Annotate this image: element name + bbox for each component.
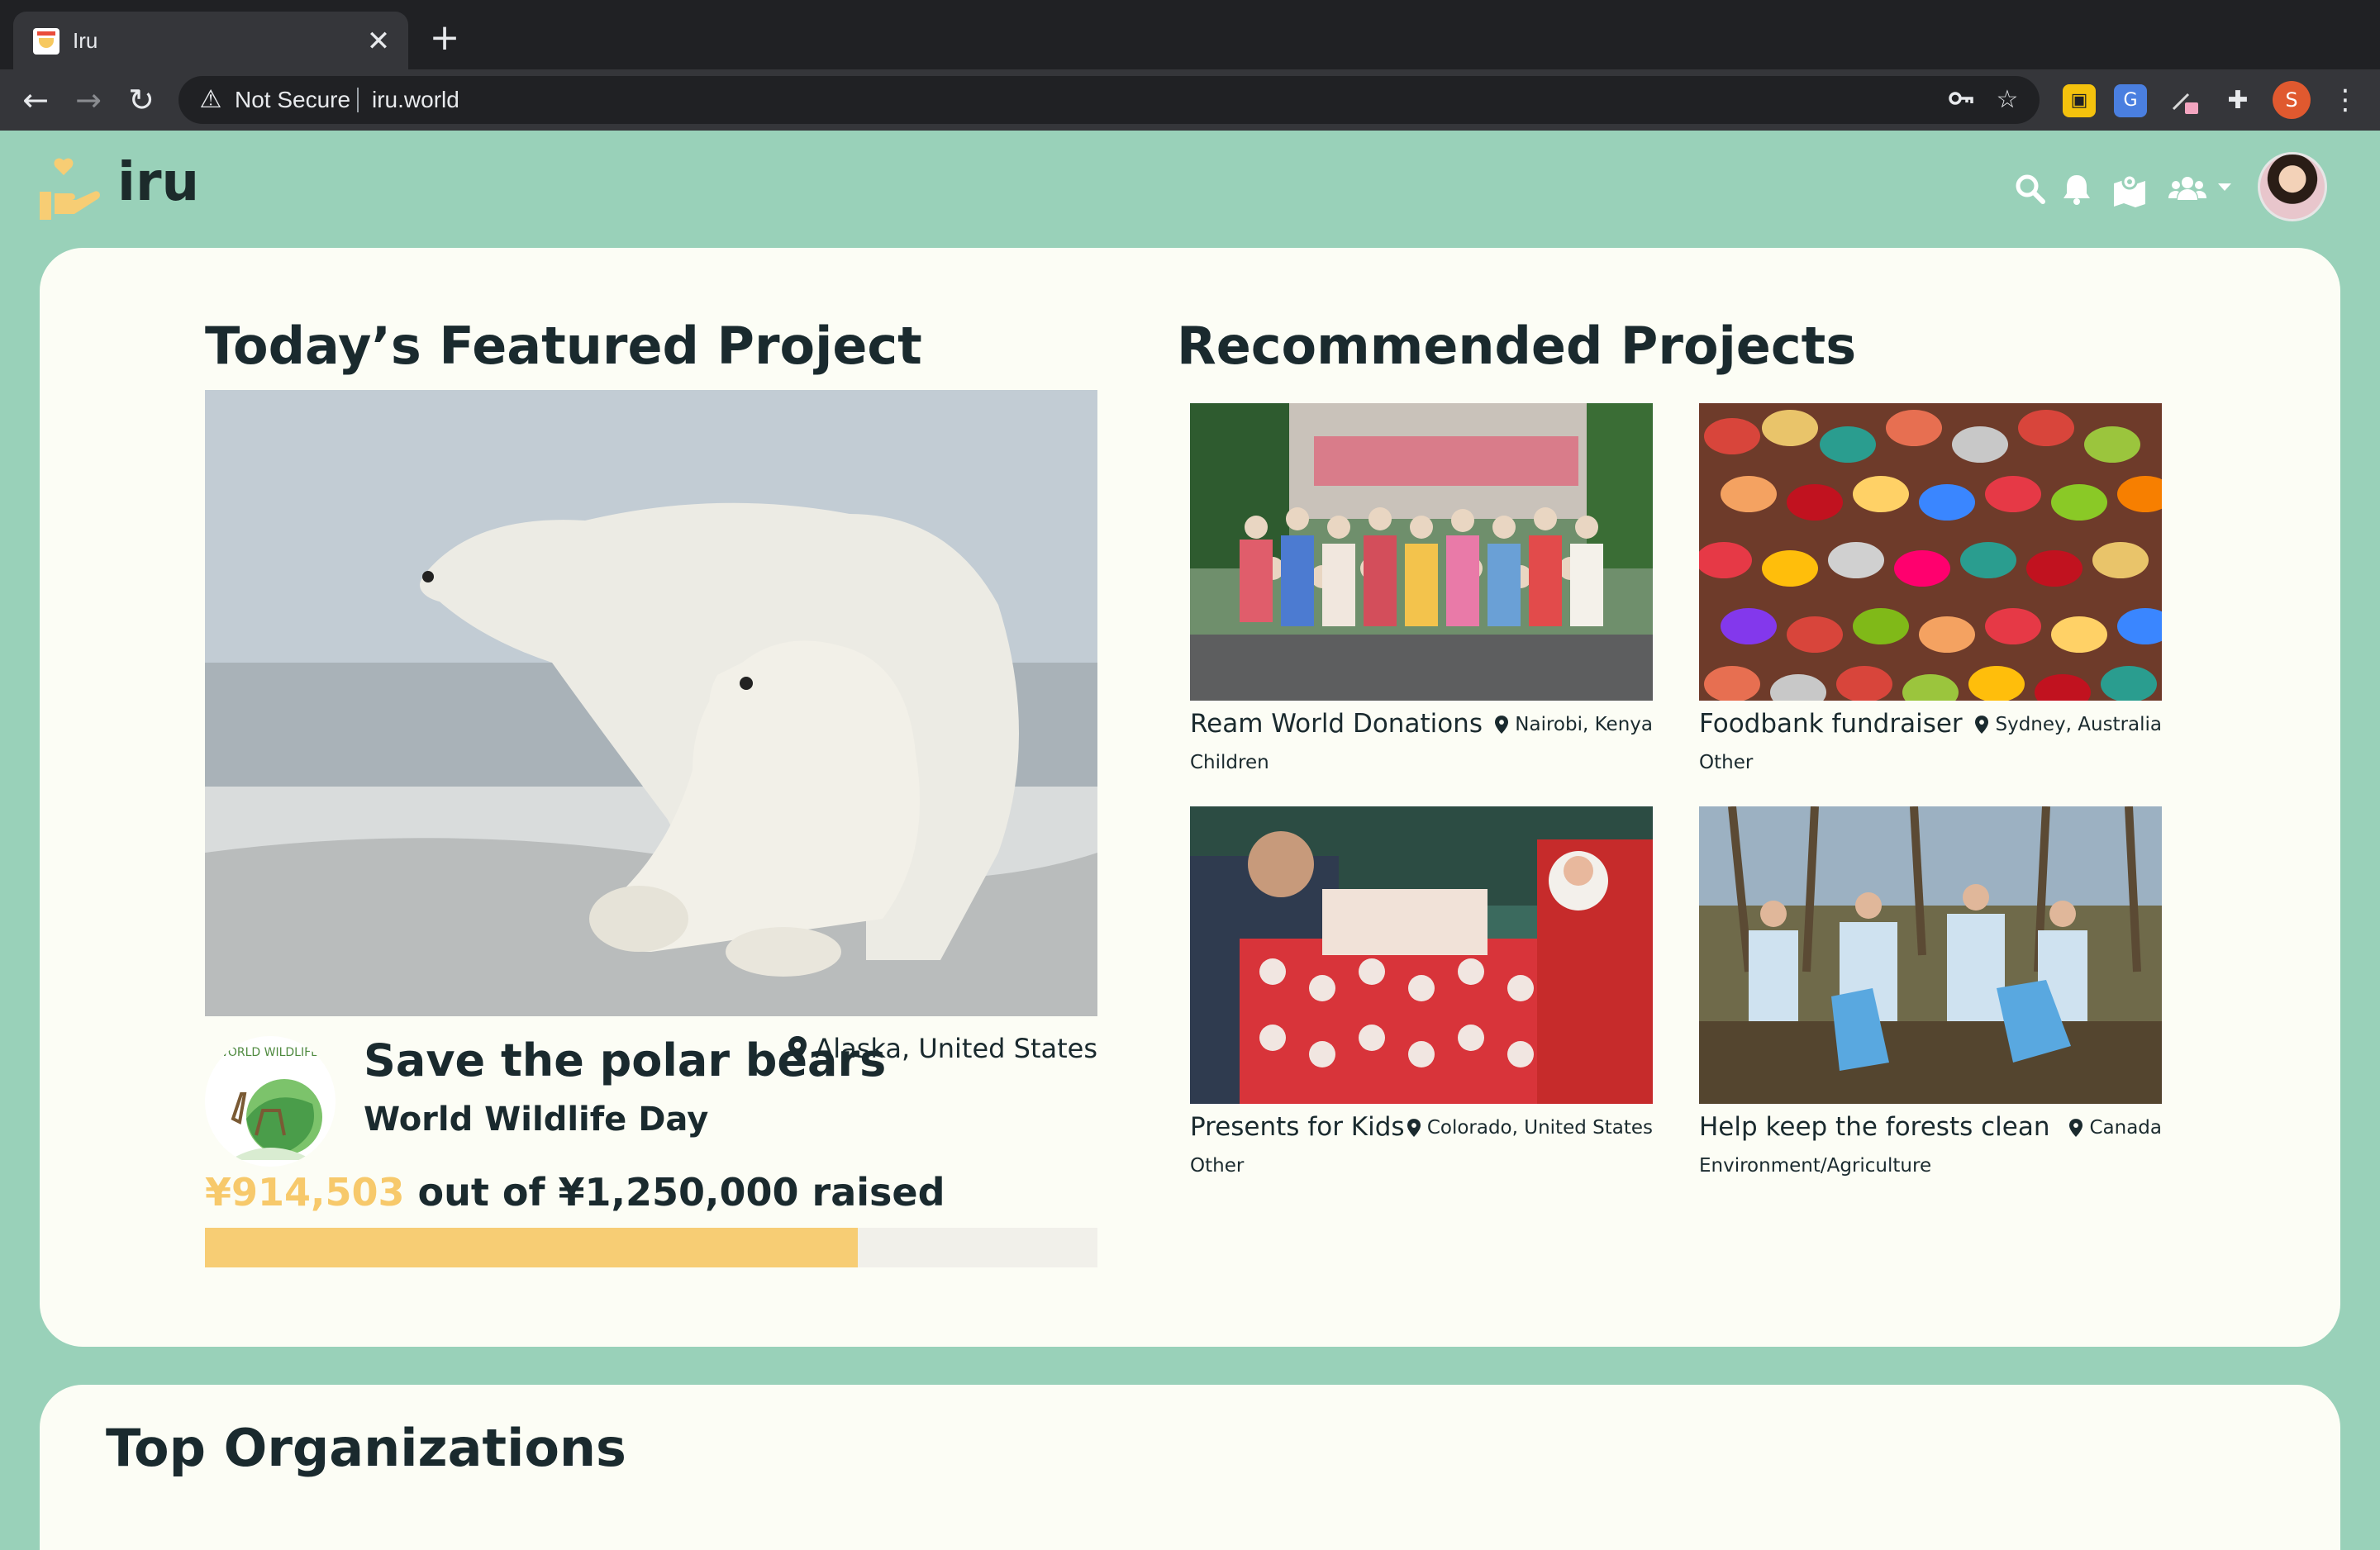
key-icon[interactable]: [1945, 84, 1977, 116]
featured-section-card: Today’s Featured Project WORLD WILDLIFE …: [40, 248, 2340, 1347]
recommended-location-text: Nairobi, Kenya: [1515, 714, 1653, 735]
site-header: iru: [0, 131, 2380, 246]
puzzle-extensions-icon[interactable]: ✚: [2221, 84, 2254, 117]
recommended-project-image[interactable]: [1190, 403, 1653, 701]
top-organizations-heading: Top Organizations: [106, 1418, 626, 1478]
featured-location-text: Alaska, United States: [815, 1033, 1097, 1064]
chevron-down-icon[interactable]: [2215, 177, 2235, 197]
fundraising-progress-bar: [205, 1228, 1097, 1267]
user-avatar[interactable]: [2258, 152, 2327, 221]
featured-project-image[interactable]: [205, 390, 1097, 1016]
site-favicon-icon: [33, 28, 60, 55]
recommended-project-title[interactable]: Ream World Donations: [1190, 709, 1483, 739]
fundraising-summary: ¥914,503 out of ¥1,250,000 raised: [205, 1170, 945, 1215]
map-pin-icon: [1407, 1119, 1421, 1137]
featured-organization-name[interactable]: World Wildlife Day: [364, 1101, 708, 1139]
users-icon[interactable]: [2167, 170, 2208, 208]
bell-icon[interactable]: [2058, 170, 2096, 208]
recommended-project-category: Other: [1190, 1155, 1245, 1177]
tab-title: Iru: [73, 28, 98, 53]
map-pin-icon: [2069, 1119, 2083, 1137]
recommended-project-category: Children: [1190, 752, 1269, 773]
browser-menu-icon[interactable]: ⋮: [2329, 81, 2362, 119]
raised-amount: ¥914,503: [205, 1170, 405, 1215]
recommended-location-text: Colorado, United States: [1426, 1117, 1653, 1139]
recommended-project-image[interactable]: [1699, 806, 2162, 1104]
address-separator: [357, 88, 359, 112]
recommended-project-location: Sydney, Australia: [1975, 714, 2162, 735]
organization-logo[interactable]: WORLD WILDLIFE DAY: [205, 1036, 336, 1167]
extension-shield-icon[interactable]: ▣: [2063, 84, 2096, 117]
recommended-project-image[interactable]: [1190, 806, 1653, 1104]
recommended-project-card[interactable]: Help keep the forests clean Canada Envir…: [1699, 806, 2162, 1195]
featured-heading: Today’s Featured Project: [205, 316, 922, 376]
featured-location: Alaska, United States: [788, 1033, 1097, 1064]
address-bar[interactable]: ⚠ Not Secure iru.world ☆: [178, 76, 2040, 124]
recommended-project-location: Nairobi, Kenya: [1495, 714, 1653, 735]
browser-tab[interactable]: Iru ✕: [13, 12, 408, 69]
browser-tab-strip: Iru ✕ +: [0, 0, 2380, 69]
recommended-project-category: Other: [1699, 752, 1754, 773]
recommended-project-card[interactable]: Presents for Kids Colorado, United State…: [1190, 806, 1653, 1195]
recommended-project-title[interactable]: Presents for Kids: [1190, 1112, 1405, 1142]
browser-profile-avatar[interactable]: S: [2273, 81, 2311, 119]
new-tab-button[interactable]: +: [426, 20, 463, 58]
translate-icon[interactable]: G: [2114, 84, 2147, 117]
bookmark-star-icon[interactable]: ☆: [1992, 84, 2023, 116]
reload-icon[interactable]: ↻: [121, 79, 162, 121]
hand-heart-logo-icon[interactable]: [40, 155, 104, 221]
recommended-location-text: Sydney, Australia: [1995, 714, 2162, 735]
back-arrow-icon[interactable]: ←: [15, 79, 56, 121]
forward-arrow-icon[interactable]: →: [68, 79, 109, 121]
security-label[interactable]: Not Secure: [235, 87, 350, 113]
recommended-project-title[interactable]: Help keep the forests clean: [1699, 1112, 2049, 1142]
recommended-project-card[interactable]: Foodbank fundraiser Sydney, Australia Ot…: [1699, 403, 2162, 792]
organization-logo-text: WORLD WILDLIFE DAY: [217, 1046, 336, 1059]
pen-extension-icon[interactable]: [2168, 84, 2202, 117]
recommended-heading: Recommended Projects: [1177, 316, 1857, 376]
top-organizations-card: Top Organizations: [40, 1385, 2340, 1550]
site-logo-text[interactable]: iru: [117, 152, 199, 213]
browser-toolbar: ← → ↻ ⚠ Not Secure iru.world ☆ ▣ G ✚ S ⋮: [0, 69, 2380, 131]
map-pin-icon: [1975, 716, 1989, 734]
recommended-location-text: Canada: [2089, 1117, 2162, 1139]
map-icon[interactable]: [2111, 170, 2149, 208]
search-icon[interactable]: [2011, 170, 2049, 208]
close-tab-icon[interactable]: ✕: [364, 26, 393, 56]
recommended-project-image[interactable]: [1699, 403, 2162, 701]
recommended-project-category: Environment/Agriculture: [1699, 1155, 1932, 1177]
recommended-project-location: Colorado, United States: [1407, 1117, 1653, 1139]
recommended-project-card[interactable]: Ream World Donations Nairobi, Kenya Chil…: [1190, 403, 1653, 792]
url-text[interactable]: iru.world: [372, 87, 459, 113]
map-pin-icon: [788, 1036, 807, 1061]
raised-goal-text: out of ¥1,250,000 raised: [417, 1170, 945, 1215]
map-pin-icon: [1495, 716, 1509, 734]
fundraising-progress-fill: [205, 1228, 859, 1267]
warning-icon[interactable]: ⚠: [197, 86, 225, 114]
recommended-project-location: Canada: [2069, 1117, 2162, 1139]
recommended-project-title[interactable]: Foodbank fundraiser: [1699, 709, 1963, 739]
